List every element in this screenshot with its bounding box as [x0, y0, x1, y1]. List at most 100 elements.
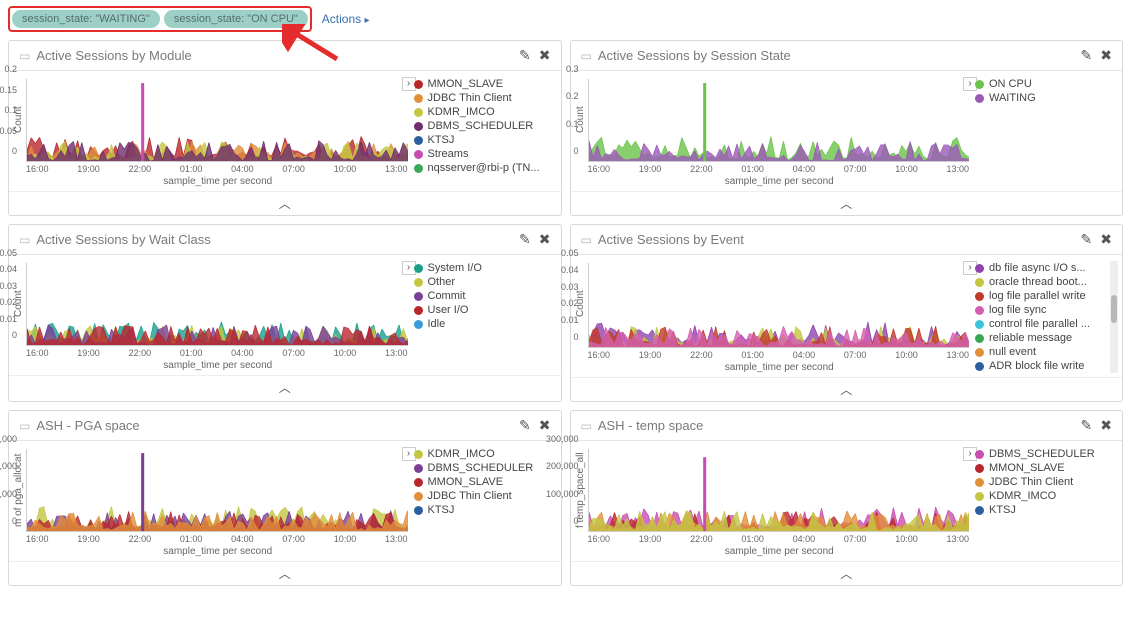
legend-item[interactable]: KDMR_IMCO: [973, 489, 1118, 503]
legend-item[interactable]: MMON_SLAVE: [973, 461, 1118, 475]
close-button[interactable]: ✖: [1100, 231, 1112, 248]
legend-label: JDBC Thin Client: [428, 490, 512, 502]
close-button[interactable]: ✖: [539, 417, 551, 434]
filter-pill-waiting[interactable]: session_state: "WAITING": [12, 10, 160, 28]
edit-button[interactable]: ✎: [519, 417, 531, 434]
legend-item[interactable]: Other: [412, 275, 557, 289]
edit-button[interactable]: ✎: [519, 47, 531, 64]
spark-svg: [589, 263, 970, 347]
edit-button[interactable]: ✎: [1081, 47, 1093, 64]
edit-button[interactable]: ✎: [1081, 417, 1093, 434]
legend-item[interactable]: db file async I/O s...: [973, 261, 1118, 275]
close-button[interactable]: ✖: [1100, 47, 1112, 64]
legend-item[interactable]: oracle thread boot...: [973, 275, 1118, 289]
panel-body: f temp_space_all0100,000200,000300,00016…: [571, 441, 1123, 561]
legend-color-icon: [414, 306, 423, 315]
legend-item[interactable]: KDMR_IMCO: [412, 447, 557, 461]
legend-item[interactable]: Idle: [412, 317, 557, 331]
legend-label: Streams: [428, 148, 469, 160]
chart-area[interactable]: f temp_space_all0100,000200,000300,00016…: [575, 445, 974, 561]
spark-svg: [27, 449, 408, 531]
panel-expand-button[interactable]: ︿: [9, 191, 561, 215]
x-tick: 07:00: [282, 534, 305, 544]
y-tick: 0: [12, 330, 17, 340]
legend-item[interactable]: User I/O: [412, 303, 557, 317]
legend-item[interactable]: MMON_SLAVE: [412, 475, 557, 489]
spark-svg: [589, 449, 970, 531]
legend-item[interactable]: DBMS_SCHEDULER: [412, 461, 557, 475]
edit-button[interactable]: ✎: [1081, 231, 1093, 248]
legend-color-icon: [414, 478, 423, 487]
legend-item[interactable]: KTSJ: [412, 133, 557, 147]
legend-color-icon: [975, 80, 984, 89]
legend-item[interactable]: KDMR_IMCO: [412, 105, 557, 119]
legend-item[interactable]: DBMS_SCHEDULER: [973, 447, 1118, 461]
filter-pill-oncpu[interactable]: session_state: "ON CPU": [164, 10, 308, 28]
edit-button[interactable]: ✎: [519, 231, 531, 248]
legend-color-icon: [975, 278, 984, 287]
legend-color-icon: [975, 450, 984, 459]
panel-expand-button[interactable]: ︿: [9, 561, 561, 585]
legend-item[interactable]: JDBC Thin Client: [412, 489, 557, 503]
plot-canvas[interactable]: 010,000,00020,000,00030,000,000: [26, 449, 408, 532]
panel-body: m of pga_allocat010,000,00020,000,00030,…: [9, 441, 561, 561]
chart-area[interactable]: Count00.10.20.316:0019:0022:0001:0004:00…: [575, 75, 974, 191]
legend-color-icon: [414, 320, 423, 329]
legend-item[interactable]: null event: [973, 345, 1118, 359]
chart-area[interactable]: Count00.010.020.030.040.0516:0019:0022:0…: [575, 259, 974, 377]
legend-item[interactable]: JDBC Thin Client: [973, 475, 1118, 489]
x-tick: 13:00: [385, 164, 408, 174]
plot-canvas[interactable]: 0100,000200,000300,000: [588, 449, 970, 532]
legend-item[interactable]: KTSJ: [412, 503, 557, 517]
x-ticks: 16:0019:0022:0001:0004:0007:0010:0013:00: [24, 346, 412, 358]
legend-item[interactable]: ON CPU: [973, 77, 1118, 91]
chart-area[interactable]: m of pga_allocat010,000,00020,000,00030,…: [13, 445, 412, 561]
x-tick: 16:00: [26, 164, 49, 174]
y-tick: 0.05: [0, 248, 17, 258]
legend-item[interactable]: JDBC Thin Client: [412, 91, 557, 105]
plot-canvas[interactable]: 00.10.20.3: [588, 79, 970, 162]
legend-item[interactable]: WAITING: [973, 91, 1118, 105]
legend-item[interactable]: DBMS_SCHEDULER: [412, 119, 557, 133]
x-tick: 22:00: [129, 534, 152, 544]
close-button[interactable]: ✖: [539, 231, 551, 248]
y-tick: 0.15: [0, 85, 17, 95]
panel-expand-button[interactable]: ︿: [9, 375, 561, 399]
legend-item[interactable]: nqsserver@rbi-p (TN...: [412, 161, 557, 175]
legend-item[interactable]: Streams: [412, 147, 557, 161]
plot-canvas[interactable]: 00.050.10.150.2: [26, 79, 408, 162]
chart-area-icon: ▭: [19, 233, 30, 247]
legend-item[interactable]: log file sync: [973, 303, 1118, 317]
legend-item[interactable]: log file parallel write: [973, 289, 1118, 303]
plot-canvas[interactable]: 00.010.020.030.040.05: [588, 263, 970, 348]
panel-expand-button[interactable]: ︿: [571, 561, 1123, 585]
y-tick: 20,000,000: [0, 461, 17, 471]
plot-canvas[interactable]: 00.010.020.030.040.05: [26, 263, 408, 346]
x-ticks: 16:0019:0022:0001:0004:0007:0010:0013:00: [24, 532, 412, 544]
chart-area[interactable]: Count00.010.020.030.040.0516:0019:0022:0…: [13, 259, 412, 375]
panel-body: Count00.050.10.150.216:0019:0022:0001:00…: [9, 71, 561, 191]
actions-menu[interactable]: Actions ▸: [322, 12, 370, 26]
legend-item[interactable]: MMON_SLAVE: [412, 77, 557, 91]
legend-label: nqsserver@rbi-p (TN...: [428, 162, 540, 174]
close-button[interactable]: ✖: [1100, 417, 1112, 434]
legend-item[interactable]: ADR block file write: [973, 359, 1118, 373]
y-tick: 0.04: [561, 265, 579, 275]
x-ticks: 16:0019:0022:0001:0004:0007:0010:0013:00: [586, 532, 974, 544]
panel-expand-button[interactable]: ︿: [571, 377, 1123, 401]
legend-color-icon: [414, 492, 423, 501]
panel-expand-button[interactable]: ︿: [571, 191, 1123, 215]
legend-item[interactable]: System I/O: [412, 261, 557, 275]
legend-item[interactable]: reliable message: [973, 331, 1118, 345]
legend-label: KTSJ: [989, 504, 1016, 516]
close-button[interactable]: ✖: [539, 47, 551, 64]
x-tick: 04:00: [231, 164, 254, 174]
chart-area[interactable]: Count00.050.10.150.216:0019:0022:0001:00…: [13, 75, 412, 191]
legend-item[interactable]: control file parallel ...: [973, 317, 1118, 331]
panel-event: ▭Active Sessions by Event✎✖Count00.010.0…: [570, 224, 1124, 402]
legend-scrollbar[interactable]: [1110, 261, 1118, 373]
chevron-up-icon: ︿: [279, 381, 291, 395]
legend-item[interactable]: Commit: [412, 289, 557, 303]
legend-item[interactable]: KTSJ: [973, 503, 1118, 517]
y-tick: 0.3: [566, 64, 579, 74]
